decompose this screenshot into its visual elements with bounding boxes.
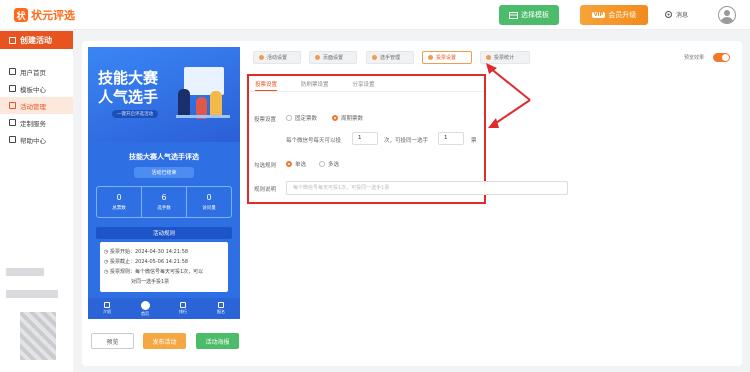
- radio-fixed-votes[interactable]: 固定票数: [286, 114, 317, 122]
- rule-desc-label: 规则说明: [254, 187, 277, 193]
- vote-subtabs: 投票设置 防刷票设置 分享设置: [255, 80, 375, 91]
- radio-multi[interactable]: 多选: [319, 160, 339, 168]
- per-day-text: 每个微信号每天可以投: [286, 138, 342, 144]
- subtab-anti-fraud[interactable]: 防刷票设置: [301, 80, 329, 91]
- subtab-vote-settings[interactable]: 投票设置: [255, 80, 278, 91]
- select-rule-label: 勾选规则: [254, 163, 277, 169]
- rule-desc-input[interactable]: 每个微信号每天可投1次，可投同一选手1票: [286, 181, 568, 195]
- votes-per-day-input[interactable]: 1: [352, 132, 378, 145]
- votes-unit: 票: [471, 138, 477, 144]
- per-day-suffix: 次，可投同一选手: [384, 138, 429, 144]
- subtab-divider: [250, 91, 483, 92]
- radio-single[interactable]: 单选: [286, 160, 306, 168]
- same-player-votes-input[interactable]: 1: [438, 132, 464, 145]
- subtab-share[interactable]: 分享设置: [353, 80, 375, 91]
- vote-rule-label: 投票设置: [254, 117, 277, 123]
- radio-periodic-votes[interactable]: 周期票数: [332, 114, 363, 122]
